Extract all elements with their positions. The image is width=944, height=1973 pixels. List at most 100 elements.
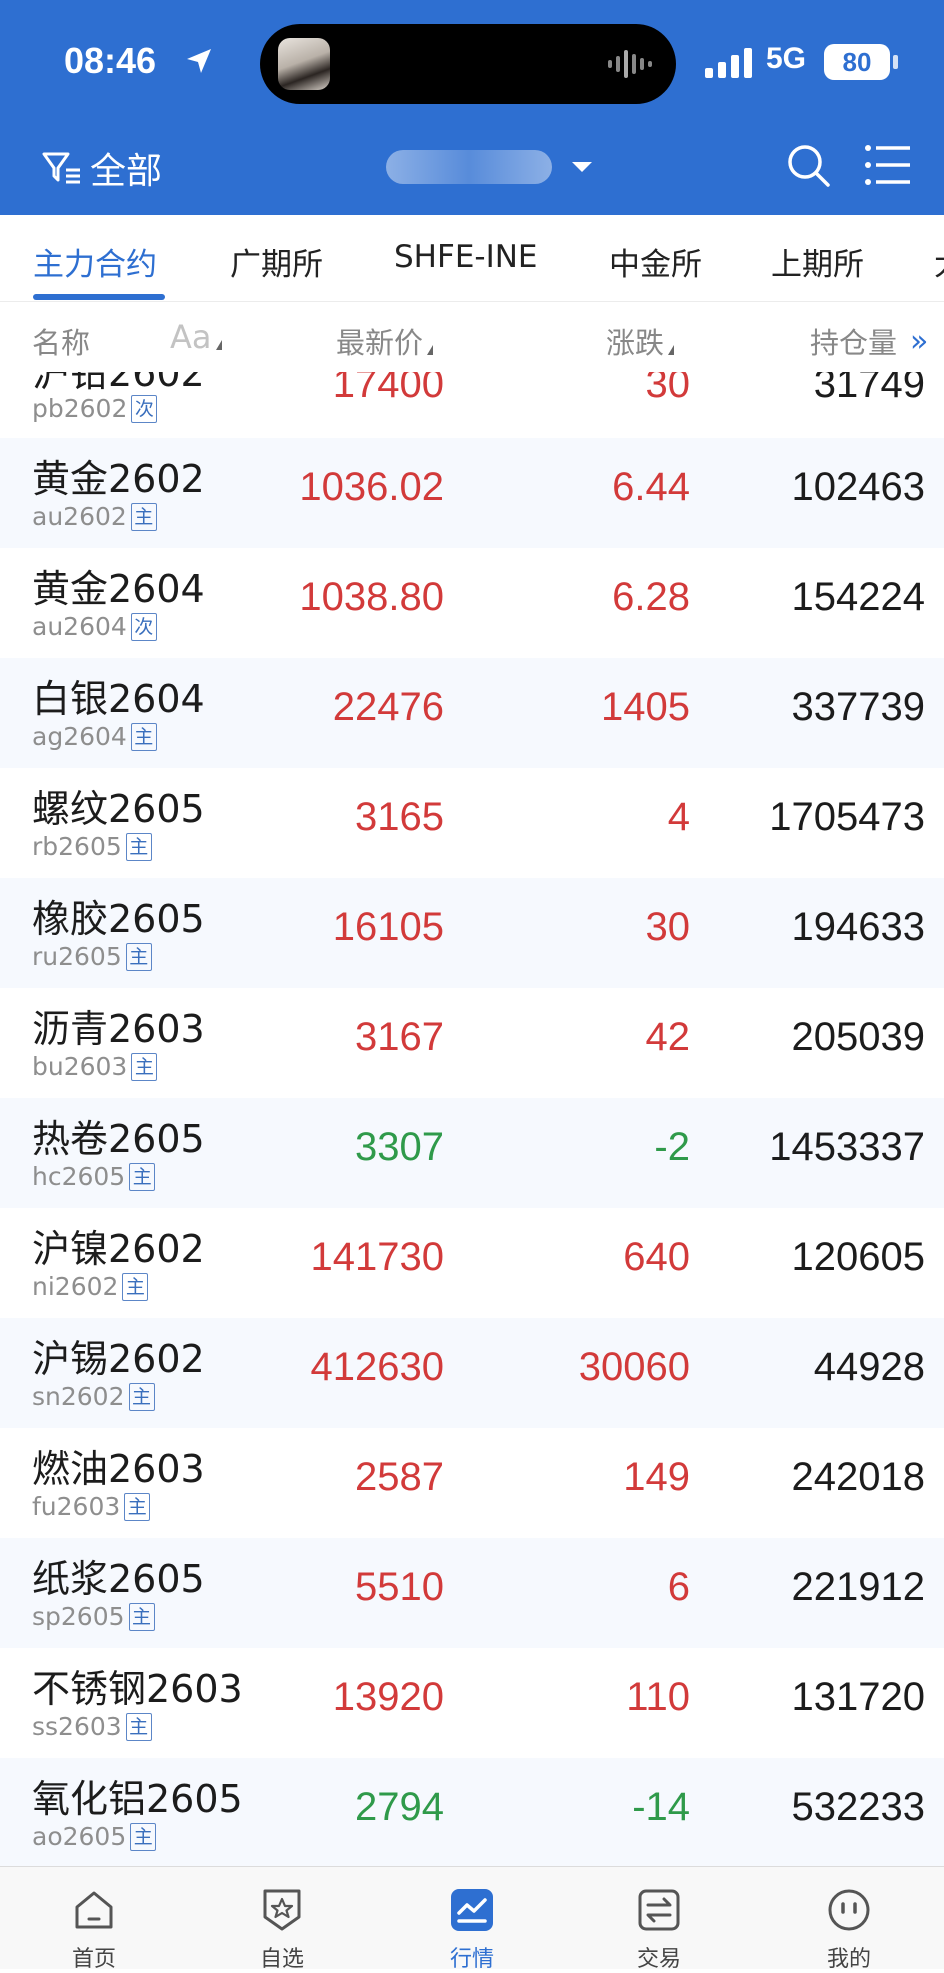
open-interest: 194633: [791, 905, 925, 949]
sort-icon: [427, 345, 434, 355]
tab-dce[interactable]: 大: [934, 239, 944, 284]
nav-home[interactable]: 首页: [49, 1885, 139, 1973]
tab-shfe[interactable]: 上期所: [771, 239, 864, 284]
price-change: 4: [667, 795, 690, 839]
filter-button[interactable]: 全部: [40, 140, 162, 196]
open-interest: 532233: [791, 1785, 925, 1829]
tab-shfe-ine[interactable]: SHFE-INE: [394, 239, 538, 275]
contract-name: 沪镍2602: [32, 1227, 205, 1271]
contract-tag-badge: 主: [130, 502, 157, 531]
last-price: 141730: [310, 1235, 444, 1279]
quote-row[interactable]: 黄金2602 au2602 主 1036.02 6.44 102463: [0, 438, 944, 548]
quote-list[interactable]: 沪铅2602 pb2602 次 17400 30 31749 黄金2602 au2602 主 10…: [0, 372, 944, 1867]
price-change: -2: [654, 1125, 690, 1169]
nav-profile-label: 我的: [826, 1947, 871, 1972]
bottom-nav: 首页 自选 行情 交易 我的: [0, 1866, 944, 1972]
column-price[interactable]: 最新价: [336, 320, 434, 362]
quote-row[interactable]: 橡胶2605 ru2605 主 16105 30 194633: [0, 878, 944, 988]
sort-icon: [668, 345, 675, 355]
contract-name: 橡胶2605: [32, 897, 205, 941]
contract-code-text: sn2602: [32, 1382, 125, 1411]
contract-name: 纸浆2605: [32, 1557, 205, 1601]
contract-code: fu2603 主: [32, 1492, 151, 1521]
contract-name: 沥青2603: [32, 1007, 205, 1051]
quote-row[interactable]: 沪锡2602 sn2602 主 412630 30060 44928: [0, 1318, 944, 1428]
market-chart-icon: [451, 1889, 493, 1931]
contract-code-text: hc2605: [32, 1162, 126, 1191]
contract-tag-badge: 主: [131, 1052, 158, 1081]
list-menu-icon[interactable]: [864, 142, 912, 188]
last-price: 2794: [355, 1785, 444, 1829]
quote-row[interactable]: 热卷2605 hc2605 主 3307 -2 1453337: [0, 1098, 944, 1208]
quote-row[interactable]: 沪镍2602 ni2602 主 141730 640 120605: [0, 1208, 944, 1318]
contract-code: bu2603 主: [32, 1052, 158, 1081]
dynamic-island[interactable]: [260, 24, 676, 104]
open-interest: 44928: [813, 1345, 925, 1389]
contract-code-text: ss2603: [32, 1712, 122, 1741]
quote-row[interactable]: 燃油2603 fu2603 主 2587 149 242018: [0, 1428, 944, 1538]
last-price: 22476: [332, 685, 444, 729]
tab-main-contracts[interactable]: 主力合约: [33, 239, 157, 284]
star-shield-icon: [263, 1889, 301, 1931]
column-open-interest[interactable]: 持仓量: [810, 320, 897, 362]
quote-row[interactable]: 沪铅2602 pb2602 次 17400 30 31749: [0, 372, 944, 438]
quote-row[interactable]: 氧化铝2605 ao2605 主 2794 -14 532233: [0, 1758, 944, 1867]
quote-row[interactable]: 沥青2603 bu2603 主 3167 42 205039: [0, 988, 944, 1098]
location-arrow-icon: [187, 49, 211, 73]
font-size-toggle[interactable]: Aa: [170, 318, 222, 356]
sort-icon: [215, 340, 222, 350]
contract-code: sn2602 主: [32, 1382, 155, 1411]
column-price-label: 最新价: [336, 326, 424, 360]
open-interest: 1705473: [769, 795, 925, 839]
price-change: 6.28: [612, 575, 690, 619]
open-interest: 31749: [813, 372, 925, 406]
home-icon: [75, 1891, 113, 1929]
search-icon[interactable]: [784, 141, 832, 189]
column-change[interactable]: 涨跌: [606, 320, 675, 362]
contract-name: 沪锡2602: [32, 1337, 205, 1381]
nav-watchlist[interactable]: 自选: [237, 1885, 327, 1973]
contract-tag-badge: 主: [128, 1382, 155, 1411]
nav-home-label: 首页: [71, 1947, 116, 1972]
contract-tag-badge: 主: [125, 1712, 152, 1741]
contract-tag-badge: 次: [131, 394, 158, 423]
nav-market[interactable]: 行情: [427, 1885, 517, 1973]
last-price: 3167: [355, 1015, 444, 1059]
column-header-row: 名称 Aa 最新价 涨跌 持仓量 »: [0, 302, 944, 372]
last-price: 3165: [355, 795, 444, 839]
contract-code: hc2605 主: [32, 1162, 156, 1191]
tab-cffex[interactable]: 中金所: [609, 239, 702, 284]
network-type: 5G: [766, 42, 807, 75]
quote-row[interactable]: 黄金2604 au2604 次 1038.80 6.28 154224: [0, 548, 944, 658]
open-interest: 1453337: [769, 1125, 925, 1169]
column-name[interactable]: 名称: [32, 320, 90, 362]
contract-name: 燃油2603: [32, 1447, 205, 1491]
open-interest: 120605: [791, 1235, 925, 1279]
price-change: 42: [645, 1015, 691, 1059]
contract-code-text: fu2603: [32, 1492, 121, 1521]
price-change: 1405: [601, 685, 690, 729]
quote-row[interactable]: 白银2604 ag2604 主 22476 1405 337739: [0, 658, 944, 768]
contract-code: pb2602 次: [32, 394, 158, 423]
battery-cap: [893, 55, 898, 69]
contract-code-text: ao2605: [32, 1822, 127, 1851]
contract-name: 螺纹2605: [32, 787, 205, 831]
contract-code: ru2605 主: [32, 942, 152, 971]
quote-row[interactable]: 螺纹2605 rb2605 主 3165 4 1705473: [0, 768, 944, 878]
contract-code-text: rb2605: [32, 832, 122, 861]
tab-gfex[interactable]: 广期所: [230, 239, 323, 284]
nav-trade[interactable]: 交易: [614, 1885, 704, 1973]
quote-row[interactable]: 不锈钢2603 ss2603 主 13920 110 131720: [0, 1648, 944, 1758]
nav-profile[interactable]: 我的: [804, 1885, 894, 1973]
quote-row[interactable]: 纸浆2605 sp2605 主 5510 6 221912: [0, 1538, 944, 1648]
contract-tag-badge: 次: [130, 612, 157, 641]
contract-code: ss2603 主: [32, 1712, 152, 1741]
more-columns-icon[interactable]: »: [910, 324, 928, 359]
account-title-dropdown[interactable]: [386, 142, 592, 192]
blurred-account-name: [386, 150, 552, 184]
nav-trade-label: 交易: [636, 1947, 681, 1972]
price-change: 30: [645, 905, 691, 949]
price-change: 640: [623, 1235, 690, 1279]
last-price: 16105: [332, 905, 444, 949]
contract-tag-badge: 主: [130, 722, 157, 751]
